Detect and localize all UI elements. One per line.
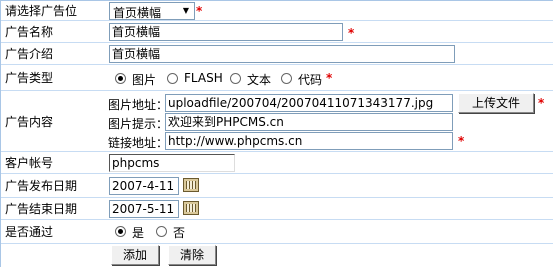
type-label: 广告类型 (5, 71, 54, 85)
name-input[interactable]: 首页横幅 (109, 23, 343, 41)
image-tip-label: 图片提示： (108, 117, 169, 131)
submit-button[interactable]: 添加 (111, 245, 159, 265)
calendar-icon[interactable] (183, 178, 199, 192)
intro-input[interactable]: 首页横幅 (109, 45, 455, 63)
upload-file-button[interactable]: 上传文件 (458, 93, 534, 113)
reset-button[interactable]: 清除 (168, 245, 216, 265)
position-select[interactable]: 首页横幅 ▼ (109, 2, 195, 20)
required-mark: * (538, 96, 545, 110)
row-actions (1, 244, 553, 267)
ad-form: 请选择广告位 首页横幅 ▼ * 广告名称 首页横幅 * 广告介绍 首页横幅 广告… (0, 0, 553, 267)
position-label: 请选择广告位 (5, 4, 78, 18)
name-label: 广告名称 (5, 25, 54, 39)
end-date-label: 广告结束日期 (5, 202, 78, 216)
row-type: 广告类型 (1, 65, 553, 90)
type-option-code: 代码 (298, 73, 323, 87)
required-mark: * (348, 26, 355, 40)
required-mark: * (458, 134, 465, 148)
approved-option-yes: 是 (132, 226, 145, 240)
type-radio-image[interactable] (115, 73, 126, 84)
type-option-flash: FLASH (184, 71, 223, 85)
start-date-label: 广告发布日期 (5, 179, 78, 193)
approved-option-no: 否 (173, 226, 186, 240)
type-radio-flash[interactable] (167, 73, 178, 84)
position-select-value: 首页横幅 (113, 6, 162, 20)
image-tip-input[interactable]: 欢迎来到PHPCMS.cn (165, 113, 453, 131)
row-position: 请选择广告位 (1, 1, 553, 20)
link-label: 链接地址： (108, 136, 169, 150)
start-date-input[interactable]: 2007-4-11 (109, 177, 179, 195)
type-option-text: 文本 (247, 73, 272, 87)
account-label: 客户帐号 (5, 156, 54, 170)
image-url-label: 图片地址： (108, 98, 169, 112)
intro-label: 广告介绍 (5, 47, 54, 61)
account-input[interactable]: phpcms (109, 154, 235, 172)
approved-radio-yes[interactable] (115, 226, 126, 237)
link-input[interactable]: http://www.phpcms.cn (165, 132, 453, 150)
type-option-image: 图片 (132, 73, 157, 87)
approved-label: 是否通过 (5, 225, 54, 239)
image-url-input[interactable]: uploadfile/200704/20070411071343177.jpg (165, 94, 453, 112)
chevron-down-icon: ▼ (182, 6, 190, 15)
row-start-date: 广告发布日期 (1, 174, 553, 197)
required-mark: * (196, 4, 203, 18)
row-account: 客户帐号 (1, 152, 553, 173)
required-mark: * (326, 71, 333, 85)
row-approved: 是否通过 (1, 220, 553, 243)
row-end-date: 广告结束日期 (1, 198, 553, 219)
approved-radio-no[interactable] (156, 226, 167, 237)
type-radio-text[interactable] (230, 73, 241, 84)
calendar-icon[interactable] (183, 201, 199, 215)
content-label: 广告内容 (5, 114, 54, 129)
end-date-input[interactable]: 2007-5-11 (109, 200, 179, 218)
type-radio-code[interactable] (281, 73, 292, 84)
